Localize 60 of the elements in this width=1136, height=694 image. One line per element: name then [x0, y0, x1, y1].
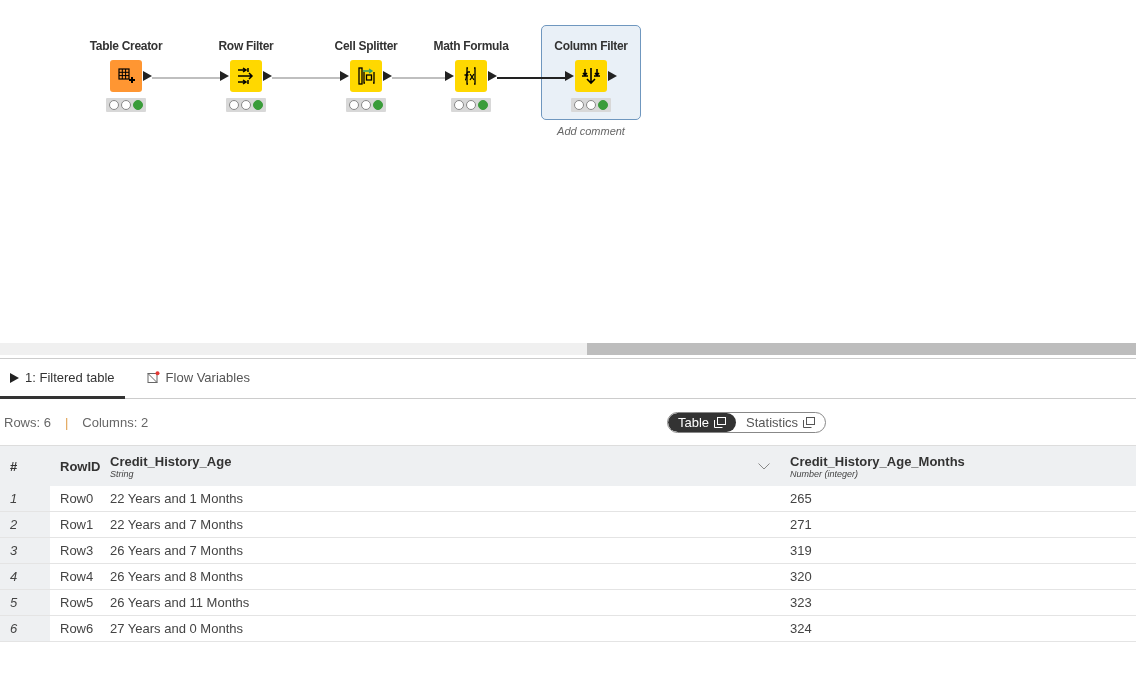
table-cell: 320: [790, 569, 812, 584]
table-cell: 265: [790, 491, 812, 506]
table-cell: 26 Years and 7 Months: [110, 543, 243, 558]
row-index: 1: [10, 491, 18, 506]
column-count: Columns: 2: [82, 414, 149, 430]
table-cell: 22 Years and 1 Months: [110, 491, 243, 506]
separator: |: [64, 414, 69, 430]
node-icon[interactable]: [575, 60, 607, 92]
column-type: String: [110, 468, 134, 479]
table-cell: 27 Years and 0 Months: [110, 621, 243, 636]
flow-variable-icon: [146, 371, 160, 384]
table-cell: 319: [790, 543, 812, 558]
row-count: Rows: 6: [4, 414, 51, 430]
column-type: Number (integer): [790, 468, 859, 479]
table-cell: 323: [790, 595, 812, 610]
node-icon[interactable]: [230, 60, 262, 92]
node-name: Table Creator: [89, 39, 163, 53]
output-port-icon[interactable]: [143, 71, 152, 81]
node-icon[interactable]: [110, 60, 142, 92]
scrollbar-thumb[interactable]: [587, 343, 1136, 355]
node-name: Row Filter: [218, 39, 274, 53]
output-port-icon[interactable]: [383, 71, 392, 81]
open-window-icon: [803, 416, 816, 428]
column-header: #: [10, 458, 18, 474]
view-toggle-option[interactable]: Statistics: [736, 412, 826, 432]
table-cell: 271: [790, 517, 812, 532]
output-port-icon[interactable]: [608, 71, 617, 81]
add-comment-link[interactable]: Add comment: [557, 125, 625, 137]
output-tab[interactable]: Flow Variables: [136, 359, 260, 399]
table-cell: 324: [790, 621, 812, 636]
table-cell: 26 Years and 11 Months: [110, 595, 250, 610]
table-cell: Row0: [60, 491, 94, 506]
chevron-down-icon[interactable]: [758, 462, 770, 470]
row-index: 2: [10, 517, 18, 532]
node-icon[interactable]: [350, 60, 382, 92]
table-cell: 22 Years and 7 Months: [110, 517, 243, 532]
open-window-icon: [714, 416, 727, 428]
node-icon[interactable]: [455, 60, 487, 92]
row-index: 4: [10, 569, 18, 584]
column-header[interactable]: Credit_History_Age: [110, 453, 232, 469]
table-cell: Row5: [60, 595, 94, 610]
column-header[interactable]: Credit_History_Age_Months: [790, 453, 965, 469]
row-index: 5: [10, 595, 18, 610]
table-cell: Row6: [60, 621, 94, 636]
output-port-icon[interactable]: [488, 71, 497, 81]
node-name: Cell Splitter: [334, 39, 398, 53]
table-cell: 26 Years and 8 Months: [110, 569, 243, 584]
output-port-icon[interactable]: [263, 71, 272, 81]
horizontal-scrollbar[interactable]: [0, 343, 1136, 358]
table-cell: Row1: [60, 517, 94, 532]
view-toggle-option[interactable]: Table: [668, 412, 737, 432]
row-index: 6: [10, 621, 18, 636]
output-tab[interactable]: 1: Filtered table: [0, 359, 125, 399]
column-header: RowID: [60, 458, 101, 474]
play-icon: [10, 372, 19, 383]
node-name: Math Formula: [433, 39, 509, 53]
node-name: Column Filter: [554, 39, 628, 53]
table-cell: Row3: [60, 543, 94, 558]
row-index: 3: [10, 543, 18, 558]
table-cell: Row4: [60, 569, 94, 584]
